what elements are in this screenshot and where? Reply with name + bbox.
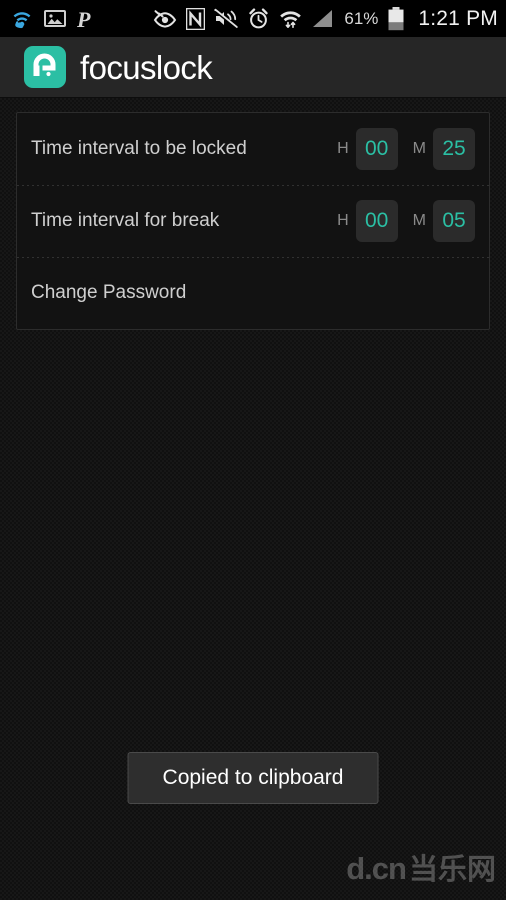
hour-value-lock[interactable]: 00 [355, 128, 398, 170]
smart-stay-eye-icon [153, 9, 177, 28]
pref-row-lock-interval[interactable]: Time interval to be locked H 00 M 25 [17, 113, 489, 185]
status-bar: P 61% 1:21 PM [0, 0, 506, 37]
phone-screen: P 61% 1:21 PM focuslock Time interval to… [0, 0, 506, 900]
status-bar-right-icons: 61% 1:21 PM [153, 0, 498, 37]
app-action-bar: focuslock [0, 37, 506, 98]
paypal-icon: P [76, 7, 95, 32]
battery-percent-label: 61% [344, 8, 379, 28]
lock-interval-time-group: H 00 M 25 [337, 128, 475, 170]
minute-value-lock[interactable]: 25 [433, 128, 475, 170]
pref-row-change-password[interactable]: Change Password [17, 257, 489, 329]
watermark-latin-text: d.cn [346, 851, 407, 886]
svg-text:P: P [76, 7, 91, 31]
pref-row-break-interval[interactable]: Time interval for break H 00 M 05 [17, 185, 489, 257]
pref-label-break-interval: Time interval for break [31, 210, 220, 231]
pref-label-change-password: Change Password [31, 282, 187, 303]
alarm-clock-icon [247, 7, 270, 30]
sound-muted-icon [214, 8, 239, 30]
hour-unit-label-lock: H [337, 140, 349, 157]
site-watermark: d.cn 当乐网 [346, 853, 496, 884]
toast-message: Copied to clipboard [127, 752, 379, 804]
hour-unit-label-break: H [337, 212, 349, 229]
status-bar-left-icons: P [0, 7, 95, 32]
minute-value-break[interactable]: 05 [433, 200, 475, 242]
wifi-signal-icon [279, 7, 302, 30]
hour-value-break[interactable]: 00 [355, 200, 398, 242]
app-title: focuslock [80, 48, 213, 86]
break-interval-time-group: H 00 M 05 [337, 200, 475, 242]
status-bar-clock: 1:21 PM [418, 6, 498, 30]
settings-card: Time interval to be locked H 00 M 25 Tim… [16, 112, 490, 330]
gallery-image-icon [44, 9, 66, 28]
nfc-icon [186, 7, 206, 30]
wifi-calling-icon [10, 8, 34, 30]
focuslock-padlock-logo [24, 46, 66, 88]
battery-icon [387, 6, 405, 31]
watermark-cjk-text: 当乐网 [408, 852, 496, 886]
cellular-signal-icon [311, 8, 335, 29]
pref-label-lock-interval: Time interval to be locked [31, 138, 247, 159]
minute-unit-label-break: M [412, 212, 426, 229]
minute-unit-label-lock: M [412, 140, 426, 157]
